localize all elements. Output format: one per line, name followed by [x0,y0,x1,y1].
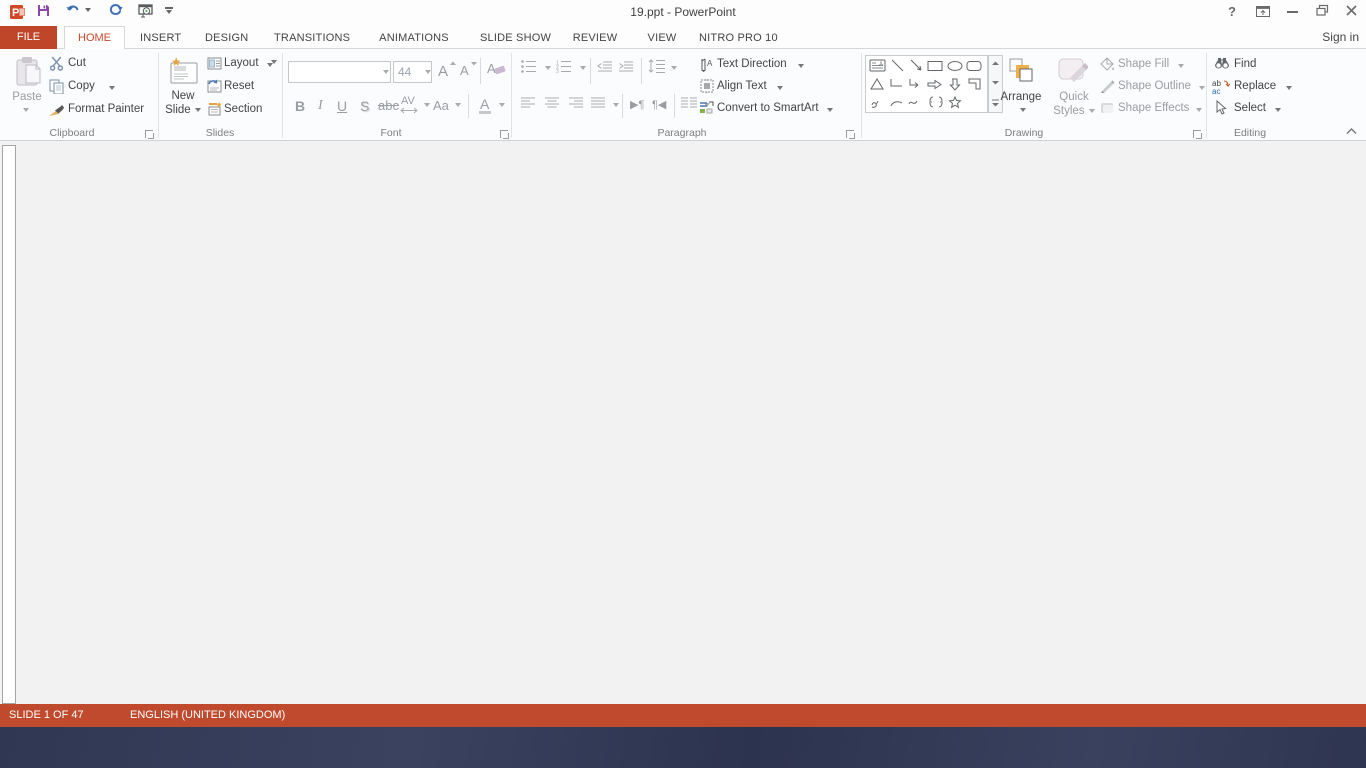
svg-text:3: 3 [556,69,559,73]
svg-text:P: P [12,7,19,19]
svg-text:?: ? [1228,5,1236,18]
svg-text:A: A [707,59,713,68]
svg-text:ac: ac [1212,87,1220,94]
svg-text:A: A [879,62,883,68]
